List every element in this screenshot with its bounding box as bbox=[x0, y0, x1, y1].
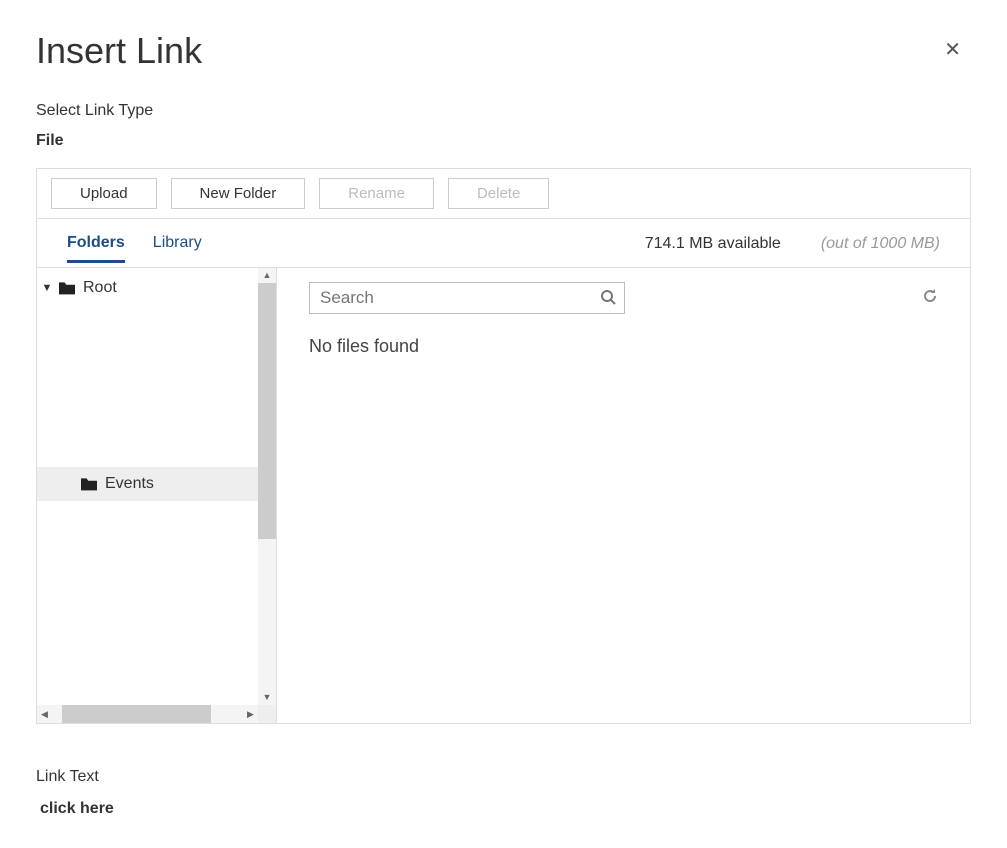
link-type-value: File bbox=[36, 132, 971, 150]
search-box[interactable] bbox=[309, 282, 625, 314]
insert-link-dialog: ✕ Insert Link Select Link Type File Uplo… bbox=[0, 0, 1007, 848]
refresh-icon bbox=[922, 288, 938, 304]
tab-folders[interactable]: Folders bbox=[67, 234, 125, 263]
scroll-thumb[interactable] bbox=[62, 705, 211, 723]
tree-item-label: Events bbox=[105, 475, 154, 493]
scroll-thumb[interactable] bbox=[258, 283, 276, 539]
search-input[interactable] bbox=[318, 287, 600, 309]
scroll-corner bbox=[258, 705, 276, 723]
scroll-down-arrow-icon[interactable]: ▼ bbox=[258, 690, 276, 705]
close-icon: ✕ bbox=[944, 39, 961, 61]
collapse-icon[interactable]: ▼ bbox=[41, 282, 53, 294]
scroll-left-arrow-icon[interactable]: ◀ bbox=[37, 705, 52, 723]
link-text-label: Link Text bbox=[36, 768, 971, 786]
tree-item-events[interactable]: Events bbox=[37, 467, 258, 501]
tree-horizontal-scrollbar[interactable]: ◀ ▶ bbox=[37, 705, 276, 723]
scroll-right-arrow-icon[interactable]: ▶ bbox=[243, 705, 258, 723]
delete-button: Delete bbox=[448, 178, 549, 209]
link-text-value: click here bbox=[40, 800, 971, 818]
file-browser: Upload New Folder Rename Delete Folders … bbox=[36, 168, 971, 724]
close-button[interactable]: ✕ bbox=[944, 40, 961, 60]
tabs-row: Folders Library 714.1 MB available (out … bbox=[37, 219, 970, 268]
file-list-pane: No files found bbox=[277, 268, 970, 723]
rename-button: Rename bbox=[319, 178, 434, 209]
search-row bbox=[309, 282, 938, 314]
folder-tree: ▼ Root Events bbox=[37, 268, 258, 705]
folder-open-icon bbox=[57, 280, 77, 296]
file-browser-body: ▼ Root Events bbox=[37, 268, 970, 723]
no-files-message: No files found bbox=[309, 336, 938, 357]
folder-tree-scroll: ▼ Root Events bbox=[37, 268, 276, 705]
storage-info: 714.1 MB available (out of 1000 MB) bbox=[645, 235, 940, 261]
search-icon[interactable] bbox=[600, 289, 616, 308]
file-toolbar: Upload New Folder Rename Delete bbox=[37, 169, 970, 219]
tab-library[interactable]: Library bbox=[153, 234, 202, 262]
scroll-track[interactable] bbox=[52, 705, 243, 723]
storage-total: (out of 1000 MB) bbox=[821, 235, 940, 253]
tree-root[interactable]: ▼ Root bbox=[37, 274, 258, 302]
refresh-button[interactable] bbox=[922, 288, 938, 309]
tabs: Folders Library bbox=[67, 234, 202, 262]
folder-tree-pane: ▼ Root Events bbox=[37, 268, 277, 723]
scroll-track[interactable] bbox=[258, 283, 276, 690]
new-folder-button[interactable]: New Folder bbox=[171, 178, 306, 209]
tree-vertical-scrollbar[interactable]: ▲ ▼ bbox=[258, 268, 276, 705]
upload-button[interactable]: Upload bbox=[51, 178, 157, 209]
scroll-up-arrow-icon[interactable]: ▲ bbox=[258, 268, 276, 283]
select-link-type-label: Select Link Type bbox=[36, 102, 971, 120]
dialog-title: Insert Link bbox=[36, 30, 971, 72]
tree-root-label: Root bbox=[83, 279, 117, 297]
storage-available: 714.1 MB available bbox=[645, 235, 781, 253]
folder-open-icon bbox=[79, 476, 99, 492]
